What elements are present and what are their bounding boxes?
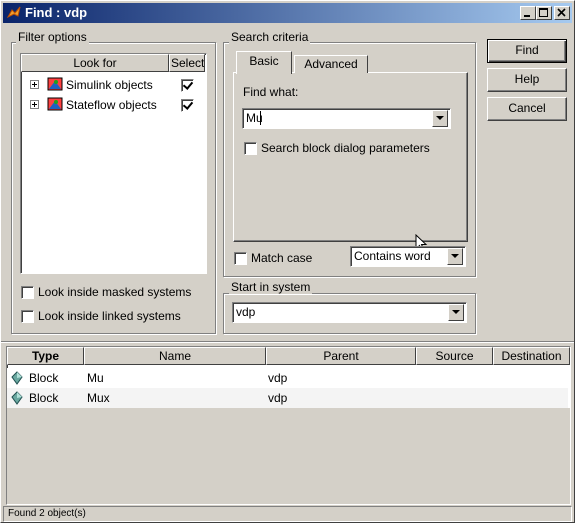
find-button[interactable]: Find — [487, 39, 567, 63]
find-what-label: Find what: — [243, 85, 299, 99]
results-table[interactable]: Type Name Parent Source Destination Bloc… — [6, 346, 571, 505]
table-row[interactable]: Block Mu vdp — [7, 368, 568, 388]
column-header-destination[interactable]: Destination — [493, 347, 570, 365]
simulink-objects-icon — [47, 77, 63, 91]
maximize-button[interactable] — [536, 6, 552, 20]
look-for-header[interactable]: Look for — [21, 54, 169, 72]
row-name: Mu — [87, 371, 104, 385]
close-icon — [557, 8, 566, 17]
stateflow-objects-checkbox[interactable] — [181, 99, 194, 112]
stateflow-objects-label[interactable]: Stateflow objects — [66, 98, 157, 112]
title-bar[interactable]: Find : vdp — [3, 3, 572, 23]
text-caret — [260, 111, 261, 125]
match-mode-select[interactable]: Contains word — [350, 246, 466, 267]
matlab-app-icon — [6, 6, 21, 20]
filter-options-label: Filter options — [16, 30, 89, 44]
look-inside-masked-checkbox[interactable] — [21, 286, 34, 299]
block-icon — [11, 371, 23, 385]
cancel-button[interactable]: Cancel — [487, 97, 567, 121]
tab-basic[interactable]: Basic — [236, 51, 292, 74]
select-header[interactable]: Select — [169, 54, 205, 72]
match-mode-value: Contains word — [354, 249, 431, 263]
look-for-tree[interactable]: Look for Select Simulink objects Statefl… — [20, 53, 207, 274]
match-mode-dropdown-arrow[interactable] — [447, 248, 463, 265]
column-header-parent[interactable]: Parent — [266, 347, 416, 365]
search-criteria-label: Search criteria — [229, 30, 311, 44]
expand-simulink-icon[interactable] — [30, 80, 39, 89]
simulink-objects-label[interactable]: Simulink objects — [66, 78, 153, 92]
match-case-checkbox[interactable] — [234, 252, 247, 265]
row-type: Block — [29, 371, 59, 385]
help-button[interactable]: Help — [487, 68, 567, 92]
table-row[interactable]: Block Mux vdp — [7, 388, 568, 408]
maximize-icon — [539, 8, 548, 17]
minimize-icon — [524, 15, 530, 17]
find-what-combobox[interactable]: Mu — [242, 108, 451, 129]
start-in-system-label: Start in system — [229, 280, 313, 294]
look-inside-linked-checkbox[interactable] — [21, 310, 34, 323]
column-header-name[interactable]: Name — [84, 347, 266, 365]
find-what-dropdown-arrow[interactable] — [432, 110, 448, 127]
row-name: Mux — [87, 391, 110, 405]
close-button[interactable] — [554, 6, 570, 20]
look-inside-masked-label[interactable]: Look inside masked systems — [38, 285, 191, 299]
pane-splitter[interactable] — [1, 341, 574, 343]
start-in-system-value: vdp — [236, 305, 256, 319]
results-empty-area — [7, 408, 570, 504]
row-parent: vdp — [268, 371, 288, 385]
search-block-params-checkbox[interactable] — [244, 142, 257, 155]
expand-stateflow-icon[interactable] — [30, 100, 39, 109]
block-icon — [11, 391, 23, 405]
column-header-type[interactable]: Type — [7, 347, 84, 365]
tab-advanced[interactable]: Advanced — [294, 55, 368, 73]
look-inside-linked-label[interactable]: Look inside linked systems — [38, 309, 181, 323]
minimize-button[interactable] — [520, 6, 536, 20]
column-header-source[interactable]: Source — [416, 347, 493, 365]
match-case-label[interactable]: Match case — [251, 251, 312, 265]
window-title: Find : vdp — [25, 5, 88, 20]
search-block-params-label[interactable]: Search block dialog parameters — [261, 141, 430, 155]
row-type: Block — [29, 391, 59, 405]
start-in-system-dropdown-arrow[interactable] — [448, 304, 464, 321]
find-dialog: Find : vdp Filter options Look for Selec… — [0, 0, 575, 523]
status-bar: Found 2 object(s) — [3, 506, 572, 522]
start-in-system-select[interactable]: vdp — [232, 302, 467, 323]
row-parent: vdp — [268, 391, 288, 405]
stateflow-objects-icon — [47, 97, 63, 111]
simulink-objects-checkbox[interactable] — [181, 79, 194, 92]
